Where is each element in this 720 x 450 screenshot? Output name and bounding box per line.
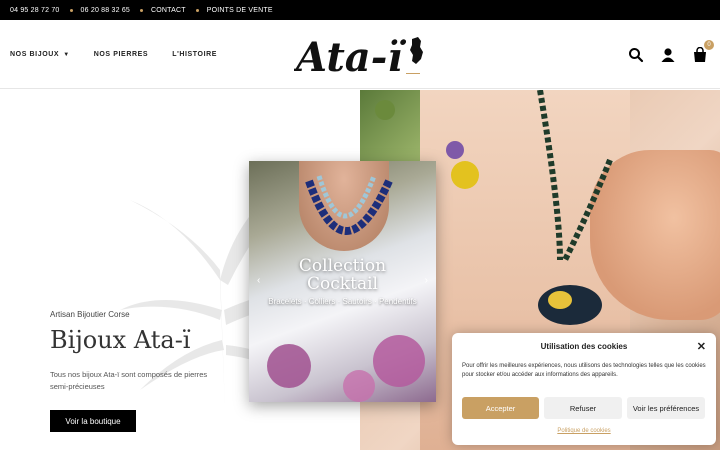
cart-icon[interactable]: 0 <box>692 39 714 63</box>
logo-mark: Ata-ï <box>292 34 423 81</box>
search-icon[interactable] <box>628 47 644 63</box>
collection-subtitle: Bracelets · Colliers · Sautoirs · Penden… <box>268 297 417 306</box>
collection-card[interactable]: Collection Cocktail Bracelets · Colliers… <box>249 161 436 402</box>
refuse-cookies-button[interactable]: Refuser <box>544 397 622 419</box>
main-nav: NOS BIJOUX ▼ NOS PIERRES L'HISTOIRE <box>10 20 241 89</box>
bullet-icon <box>140 8 144 12</box>
hero-description: Tous nos bijoux Ata-ï sont composés de p… <box>50 370 208 391</box>
cookie-preferences-button[interactable]: Voir les préférences <box>627 397 705 419</box>
site-logo[interactable]: Ata-ï <box>292 27 434 83</box>
cookie-text: Pour offrir les meilleures expériences, … <box>462 363 706 378</box>
user-icon[interactable] <box>660 47 676 63</box>
chevron-right-icon[interactable]: › <box>425 275 428 286</box>
cookie-policy-link[interactable]: Politique de cookies <box>452 428 716 434</box>
topbar-points-de-vente-link[interactable]: POINTS DE VENTE <box>195 7 273 14</box>
topbar-contact-link[interactable]: CONTACT <box>140 7 186 14</box>
site-header: NOS BIJOUX ▼ NOS PIERRES L'HISTOIRE Ata-ï… <box>0 20 720 89</box>
cart-count-badge: 0 <box>704 39 714 50</box>
svg-text:Ata-ï: Ata-ï <box>294 34 406 81</box>
hero-subtitle: Artisan Bijoutier Corse <box>50 310 130 319</box>
topbar-phone-2[interactable]: 06 20 88 32 65 <box>69 7 131 14</box>
cookie-consent-dialog: Utilisation des cookies ✕ Pour offrir le… <box>452 333 716 445</box>
nav-nos-bijoux[interactable]: NOS BIJOUX ▼ <box>10 51 70 58</box>
chevron-left-icon[interactable]: ‹ <box>257 275 260 286</box>
bullet-icon <box>195 8 199 12</box>
accept-cookies-button[interactable]: Accepter <box>462 397 539 419</box>
close-icon[interactable]: ✕ <box>697 340 706 353</box>
nav-histoire[interactable]: L'HISTOIRE <box>172 51 217 58</box>
cookie-title: Utilisation des cookies <box>540 342 628 351</box>
bullet-icon <box>69 8 73 12</box>
collection-title: Collection Cocktail <box>298 256 387 294</box>
hero-title: Bijoux Ata-ï <box>50 326 191 354</box>
nav-nos-pierres[interactable]: NOS PIERRES <box>94 51 148 58</box>
shop-button[interactable]: Voir la boutique <box>50 410 136 432</box>
chevron-down-icon: ▼ <box>63 51 70 58</box>
topbar-phone-1[interactable]: 04 95 28 72 70 <box>10 7 60 14</box>
header-icons: 0 <box>612 20 714 89</box>
top-bar: 04 95 28 72 70 06 20 88 32 65 CONTACT PO… <box>0 0 720 20</box>
